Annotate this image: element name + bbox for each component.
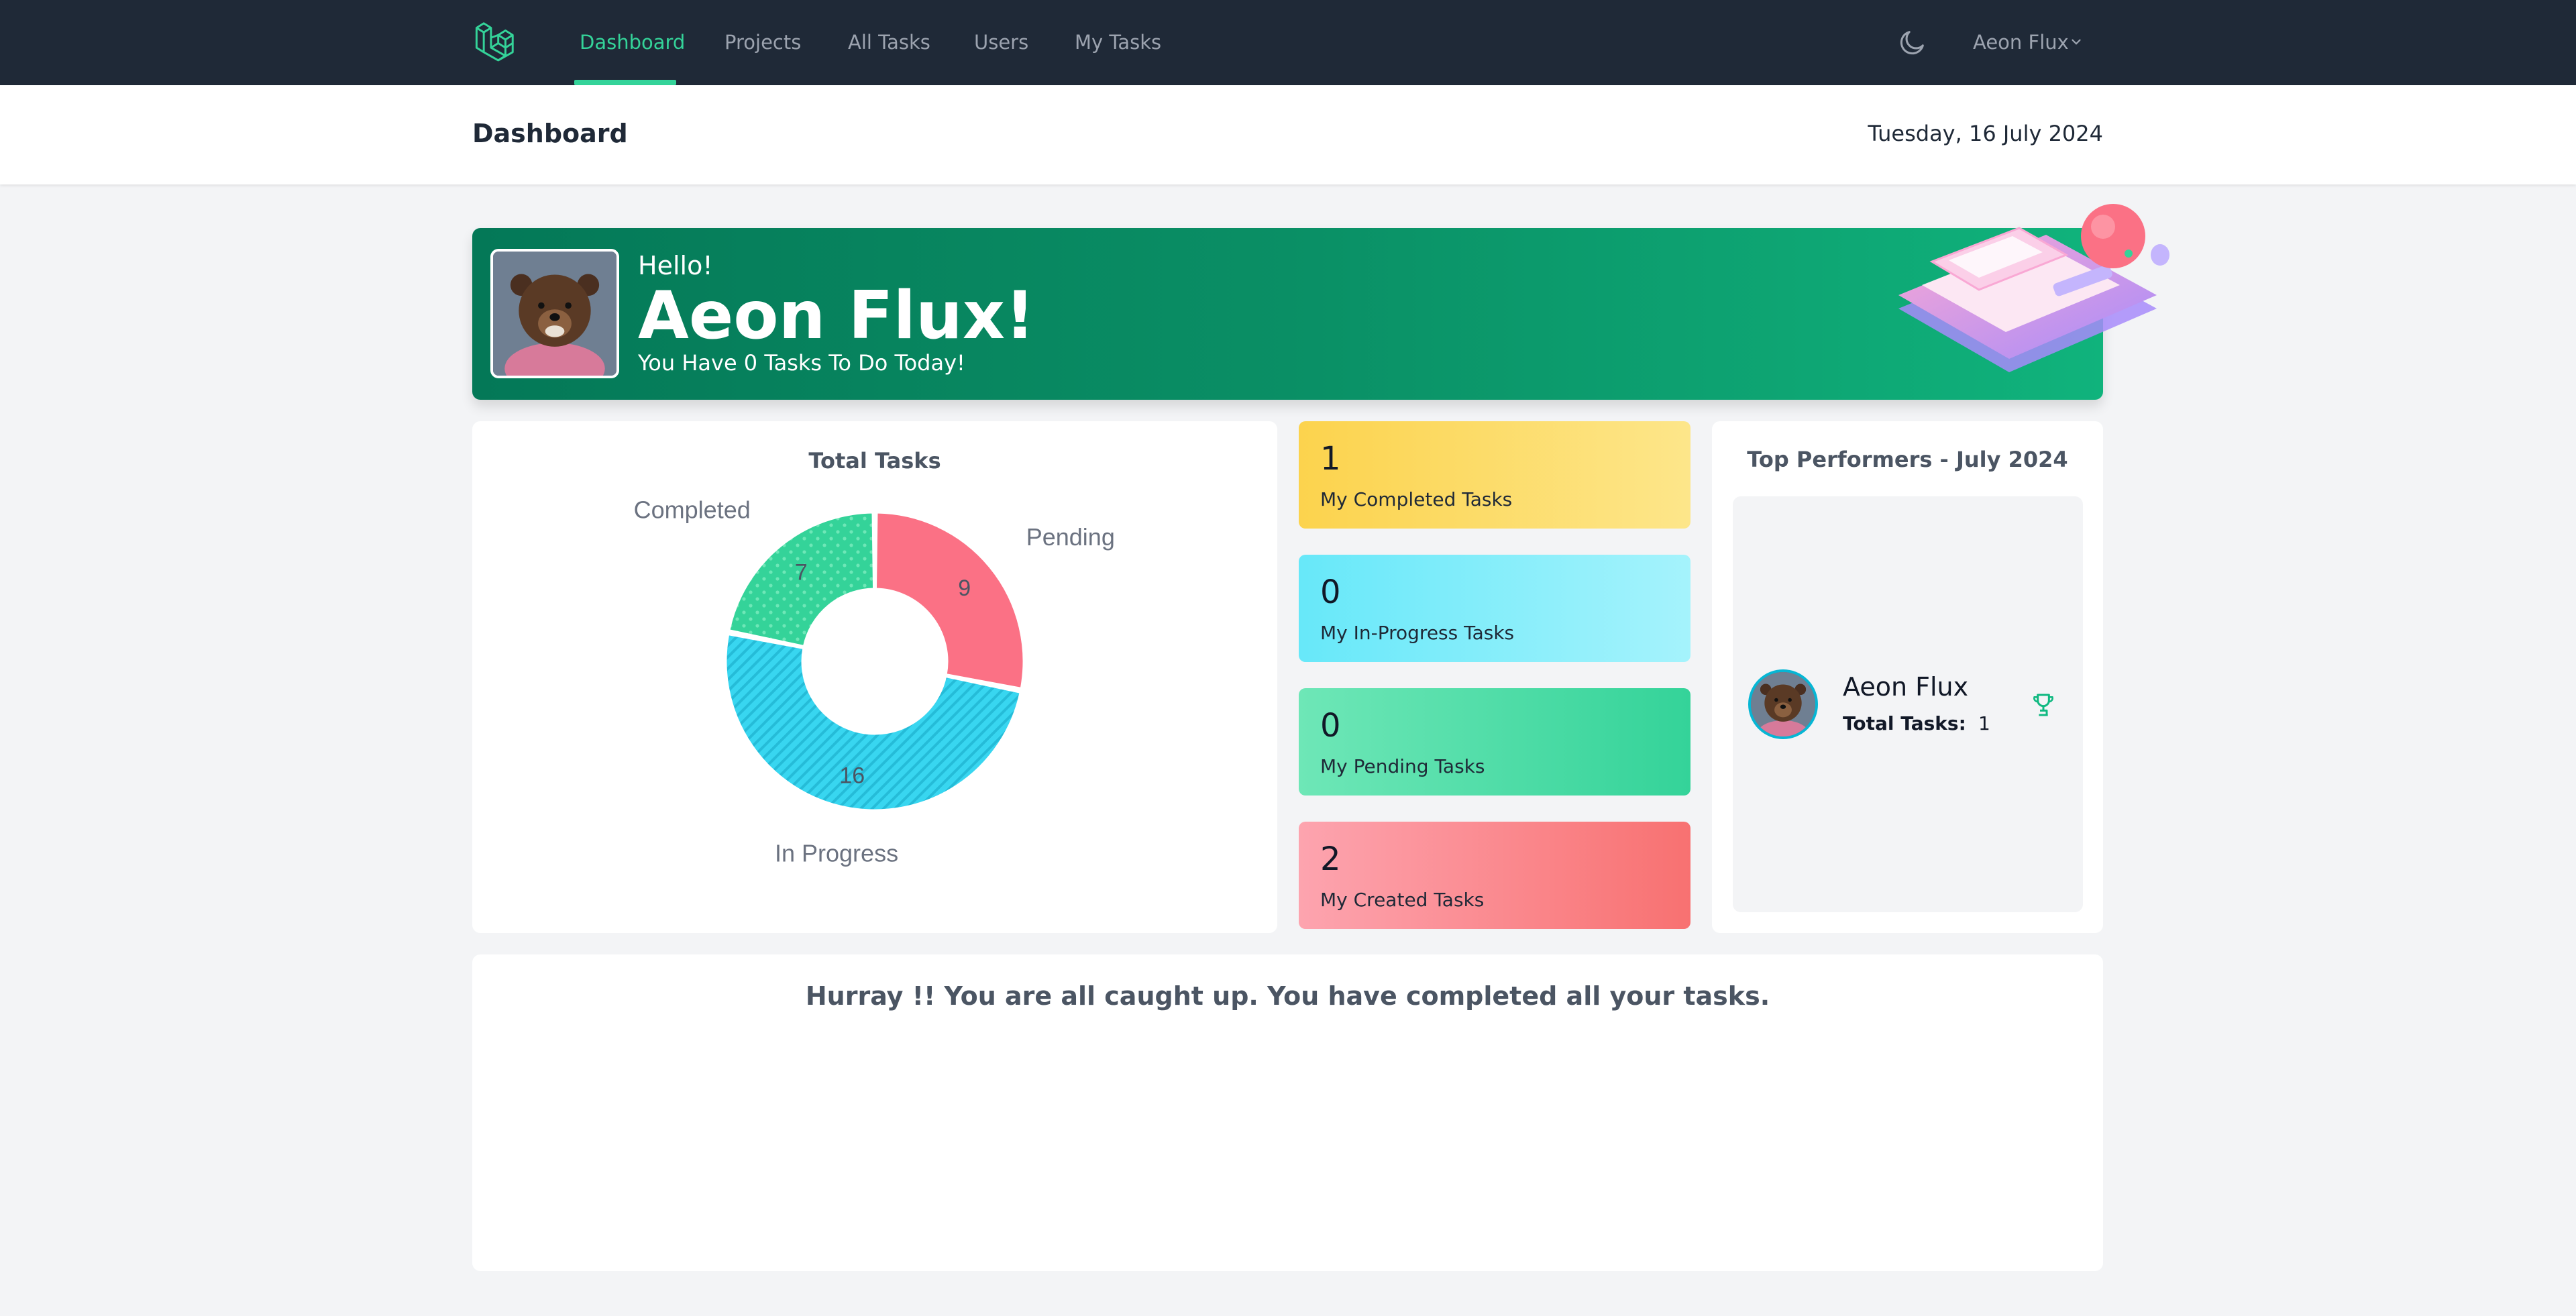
nav-active-indicator (574, 80, 676, 85)
stat-count: 0 (1320, 573, 1341, 611)
current-date: Tuesday, 16 July 2024 (1868, 121, 2103, 146)
hero-greeting: Hello! (638, 251, 713, 280)
moon-icon[interactable] (1897, 27, 1928, 58)
chevron-down-icon[interactable] (2069, 35, 2084, 50)
top-navbar: Dashboard Projects All Tasks Users My Ta… (0, 0, 2576, 85)
performer-total-value: 1 (1978, 712, 1990, 734)
stat-label: My Completed Tasks (1320, 488, 1513, 510)
performer-total-label: Total Tasks: (1843, 712, 1966, 734)
performer-list: Aeon Flux Total Tasks: 1 (1733, 496, 2083, 912)
nav-users[interactable]: Users (974, 0, 1028, 85)
stat-label: My Pending Tasks (1320, 755, 1485, 777)
tasks-donut-chart: 9 Pending 16 In Progress 7 Completed (634, 496, 1115, 867)
slice-value-label: 16 (839, 763, 865, 789)
nav-projects[interactable]: Projects (724, 0, 801, 85)
slice-value-label: 7 (795, 559, 808, 585)
stat-count: 2 (1320, 840, 1341, 878)
nav-all-tasks[interactable]: All Tasks (848, 0, 930, 85)
stat-label: My Created Tasks (1320, 889, 1485, 911)
slice-category-label: In Progress (775, 839, 898, 867)
stat-completed-card[interactable]: 1 My Completed Tasks (1299, 421, 1690, 529)
laravel-logo-icon[interactable] (472, 19, 521, 66)
hero-subtitle: You Have 0 Tasks To Do Today! (638, 350, 965, 376)
workspace-illustration (1898, 204, 2169, 372)
slice-category-label: Completed (634, 496, 751, 523)
slice-value-label: 9 (958, 575, 971, 601)
welcome-banner: Hello! Aeon Flux! You Have 0 Tasks To Do… (472, 228, 2103, 400)
performer-name: Aeon Flux (1843, 672, 1969, 702)
stat-count: 1 (1320, 440, 1341, 478)
avatar (1748, 669, 1818, 739)
page-title: Dashboard (472, 119, 628, 148)
total-tasks-card: Total Tasks 9 Pending 16 In Progress 7 Comple… (472, 421, 1277, 933)
caught-up-card: Hurray !! You are all caught up. You hav… (472, 954, 2103, 1271)
caught-up-message: Hurray !! You are all caught up. You hav… (805, 981, 1770, 1011)
user-menu-trigger[interactable]: Aeon Flux (1973, 0, 2069, 85)
donut-slice-pending[interactable] (874, 511, 1025, 690)
page-header: Dashboard Tuesday, 16 July 2024 (0, 85, 2576, 184)
stat-count: 0 (1320, 707, 1341, 745)
nav-my-tasks[interactable]: My Tasks (1075, 0, 1161, 85)
avatar (490, 249, 619, 378)
nav-dashboard[interactable]: Dashboard (580, 0, 685, 85)
trophy-icon (2033, 694, 2053, 716)
stat-in-progress-card[interactable]: 0 My In-Progress Tasks (1299, 555, 1690, 662)
top-performers-card: Top Performers - July 2024 Aeon Flux Tot… (1712, 421, 2103, 933)
stat-created-card[interactable]: 2 My Created Tasks (1299, 822, 1690, 929)
stat-pending-card[interactable]: 0 My Pending Tasks (1299, 688, 1690, 796)
performers-title: Top Performers - July 2024 (1747, 447, 2068, 472)
hero-username: Aeon Flux! (638, 278, 1035, 354)
slice-category-label: Pending (1026, 523, 1115, 551)
stat-label: My In-Progress Tasks (1320, 622, 1515, 644)
